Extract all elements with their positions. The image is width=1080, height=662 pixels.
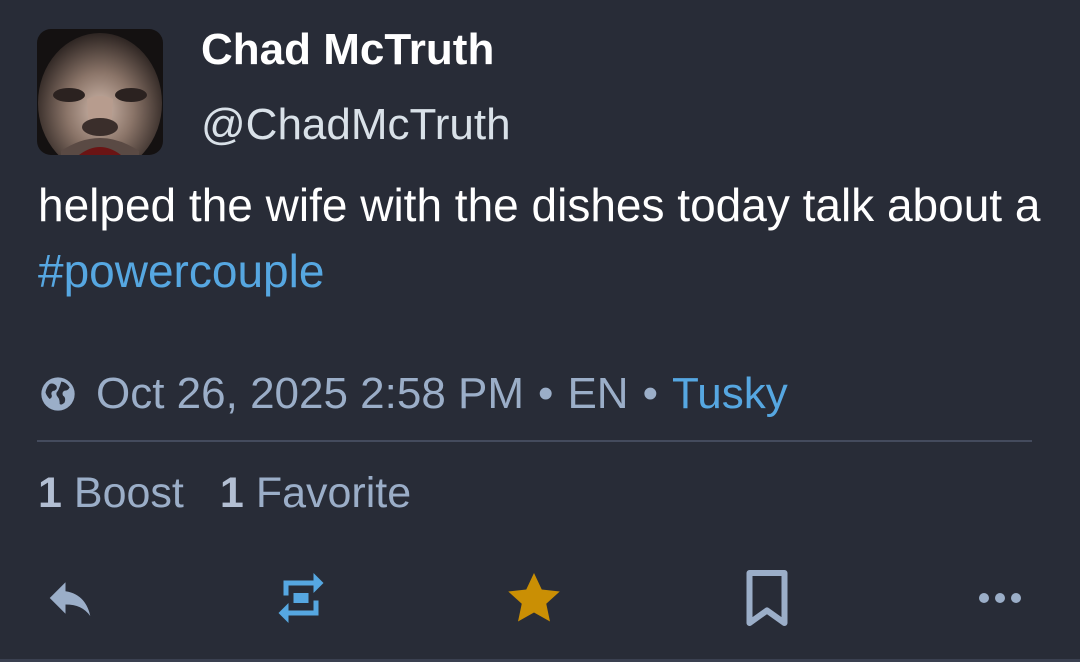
display-name[interactable]: Chad McTruth (201, 24, 494, 76)
boost-icon (278, 573, 324, 623)
divider (37, 440, 1032, 442)
favorite-label: Favorite (255, 468, 412, 517)
meta-separator: • (642, 369, 658, 418)
reply-icon (49, 582, 91, 616)
favorite-count-link[interactable]: 1 Favorite (220, 469, 411, 518)
boost-button[interactable] (269, 566, 333, 630)
status-text: helped the wife with the dishes today ta… (38, 179, 1041, 231)
bookmark-button[interactable] (735, 566, 799, 630)
status-detail: Chad McTruth @ChadMcTruth helped the wif… (0, 0, 1080, 662)
reply-button[interactable] (38, 566, 102, 630)
avatar-image (37, 29, 163, 155)
username[interactable]: @ChadMcTruth (201, 99, 511, 151)
more-icon (979, 593, 1021, 603)
star-icon (508, 573, 560, 622)
language-label: EN (567, 369, 629, 418)
boost-count: 1 (38, 468, 62, 517)
hashtag-link[interactable]: #powercouple (38, 245, 324, 297)
timestamp: Oct 26, 2025 2:58 PM (96, 369, 525, 418)
status-content: helped the wife with the dishes today ta… (38, 172, 1048, 304)
favorite-count: 1 (219, 468, 244, 517)
more-button[interactable] (968, 566, 1032, 630)
avatar[interactable] (37, 29, 163, 155)
application-link[interactable]: Tusky (672, 369, 788, 419)
meta-separator: • (538, 369, 554, 418)
status-meta: Oct 26, 2025 2:58 PM • EN • Tusky (38, 364, 788, 424)
bookmark-icon (746, 570, 788, 626)
boost-count-link[interactable]: 1 Boost (38, 469, 184, 518)
boost-label: Boost (73, 468, 184, 517)
favorite-button[interactable] (502, 566, 566, 630)
globe-icon (38, 374, 78, 414)
status-counts: 1 Boost 1 Favorite (38, 465, 411, 521)
